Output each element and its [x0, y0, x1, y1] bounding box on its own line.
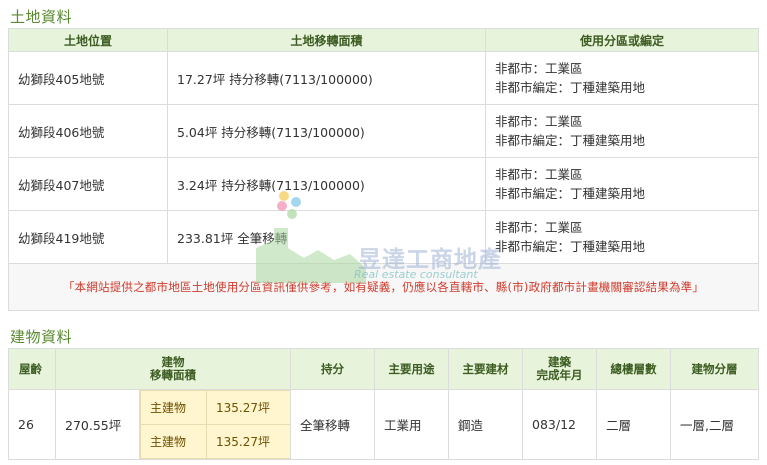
building-floor: 一層,二層 [670, 389, 759, 460]
header-completion-line: 完成年月 [536, 368, 583, 382]
building-completion: 083/12 [522, 389, 597, 460]
land-location: 幼獅段405地號 [8, 51, 168, 105]
header-share: 持分 [290, 348, 375, 390]
building-part-value: 135.27坪 [206, 390, 292, 425]
building-age: 26 [8, 389, 56, 460]
building-parts: 主建物 135.27坪 主建物 135.27坪 [139, 389, 292, 460]
zone-designation-line: 非都市編定：丁種建築用地 [495, 133, 646, 148]
header-total-floors: 總樓層數 [596, 348, 671, 390]
land-zoning: 非都市：工業區 非都市編定：丁種建築用地 [485, 104, 759, 158]
table-row: 幼獅段406地號 5.04坪 持分移轉(7113/100000) 非都市：工業區… [8, 104, 759, 158]
table-row: 幼獅段405地號 17.27坪 持分移轉(7113/100000) 非都市：工業… [8, 51, 759, 105]
building-part-value: 135.27坪 [206, 424, 292, 459]
building-part-label: 主建物 [140, 424, 207, 459]
zone-line: 非都市：工業區 [495, 61, 583, 76]
land-table: 土地位置 土地移轉面積 使用分區或編定 幼獅段405地號 17.27坪 持分移轉… [8, 28, 759, 311]
building-parts-table: 主建物 135.27坪 主建物 135.27坪 [140, 390, 292, 459]
table-row: 幼獅段407地號 3.24坪 持分移轉(7113/100000) 非都市：工業區… [8, 157, 759, 211]
zone-line: 非都市：工業區 [495, 220, 583, 235]
land-zoning: 非都市：工業區 非都市編定：丁種建築用地 [485, 157, 759, 211]
building-total-area: 270.55坪 [55, 389, 140, 460]
land-zoning: 非都市：工業區 非都市編定：丁種建築用地 [485, 210, 759, 264]
header-completion: 建築 完成年月 [522, 348, 597, 390]
header-transfer-area-line: 移轉面積 [150, 368, 196, 382]
building-part-row: 主建物 135.27坪 [140, 424, 292, 459]
building-part-row: 主建物 135.27坪 [140, 390, 292, 425]
zone-line: 非都市：工業區 [495, 114, 583, 129]
land-location: 幼獅段406地號 [8, 104, 168, 158]
header-age: 屋齡 [8, 348, 56, 390]
building-table: 屋齡 建物 移轉面積 持分 主要用途 主要建材 建築 完成年月 總樓層數 建物分… [8, 348, 759, 460]
land-area: 5.04坪 持分移轉(7113/100000) [167, 104, 486, 158]
land-section-title: 土地資料 [10, 8, 73, 26]
building-main-use: 工業用 [374, 389, 449, 460]
header-floor: 建物分層 [670, 348, 759, 390]
notice-row: 「本網站提供之都市地區土地使用分區資訊僅供參考，如有疑義，仍應以各直轄市、縣(市… [8, 263, 759, 311]
land-zoning: 非都市：工業區 非都市編定：丁種建築用地 [485, 51, 759, 105]
zone-designation-line: 非都市編定：丁種建築用地 [495, 186, 646, 201]
land-location: 幼獅段419地號 [8, 210, 168, 264]
zone-designation-line: 非都市編定：丁種建築用地 [495, 239, 646, 254]
land-area: 3.24坪 持分移轉(7113/100000) [167, 157, 486, 211]
zoning-disclaimer: 「本網站提供之都市地區土地使用分區資訊僅供參考，如有疑義，仍應以各直轄市、縣(市… [8, 263, 759, 311]
table-row: 幼獅段419地號 233.81坪 全筆移轉 非都市：工業區 非都市編定：丁種建築… [8, 210, 759, 264]
building-part-label: 主建物 [140, 390, 207, 425]
header-building-transfer-area: 建物 移轉面積 [55, 348, 291, 390]
land-area: 17.27坪 持分移轉(7113/100000) [167, 51, 486, 105]
header-zoning: 使用分區或編定 [485, 28, 759, 52]
land-area: 233.81坪 全筆移轉 [167, 210, 486, 264]
table-row: 26 270.55坪 主建物 135.27坪 主建物 135.27坪 全筆移轉 … [8, 389, 759, 460]
header-location: 土地位置 [8, 28, 168, 52]
building-header-row: 屋齡 建物 移轉面積 持分 主要用途 主要建材 建築 完成年月 總樓層數 建物分… [8, 348, 759, 390]
building-share: 全筆移轉 [290, 389, 375, 460]
land-location: 幼獅段407地號 [8, 157, 168, 211]
zone-designation-line: 非都市編定：丁種建築用地 [495, 80, 646, 95]
building-section-title: 建物資料 [10, 328, 73, 346]
header-main-use: 主要用途 [374, 348, 449, 390]
building-total-floors: 二層 [596, 389, 671, 460]
zone-line: 非都市：工業區 [495, 167, 583, 182]
land-header-row: 土地位置 土地移轉面積 使用分區或編定 [8, 28, 759, 52]
header-transfer-area: 土地移轉面積 [167, 28, 486, 52]
header-main-material: 主要建材 [448, 348, 523, 390]
building-main-material: 鋼造 [448, 389, 523, 460]
